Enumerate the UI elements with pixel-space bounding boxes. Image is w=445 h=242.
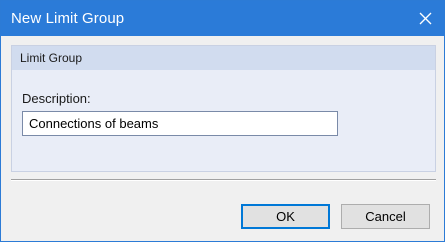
description-input[interactable] (22, 111, 338, 136)
new-limit-group-dialog: New Limit Group Limit Group Description:… (0, 0, 445, 242)
group-header-label: Limit Group (20, 51, 83, 65)
description-label: Description: (22, 91, 91, 106)
group-header: Limit Group (12, 46, 435, 70)
cancel-button[interactable]: Cancel (341, 204, 430, 229)
title-bar[interactable]: New Limit Group (1, 1, 444, 36)
ok-button[interactable]: OK (241, 204, 330, 229)
limit-group-panel: Limit Group Description: (11, 45, 436, 172)
window-title: New Limit Group (11, 10, 125, 27)
close-button[interactable] (408, 1, 442, 36)
close-icon (419, 12, 432, 25)
separator (11, 179, 436, 181)
